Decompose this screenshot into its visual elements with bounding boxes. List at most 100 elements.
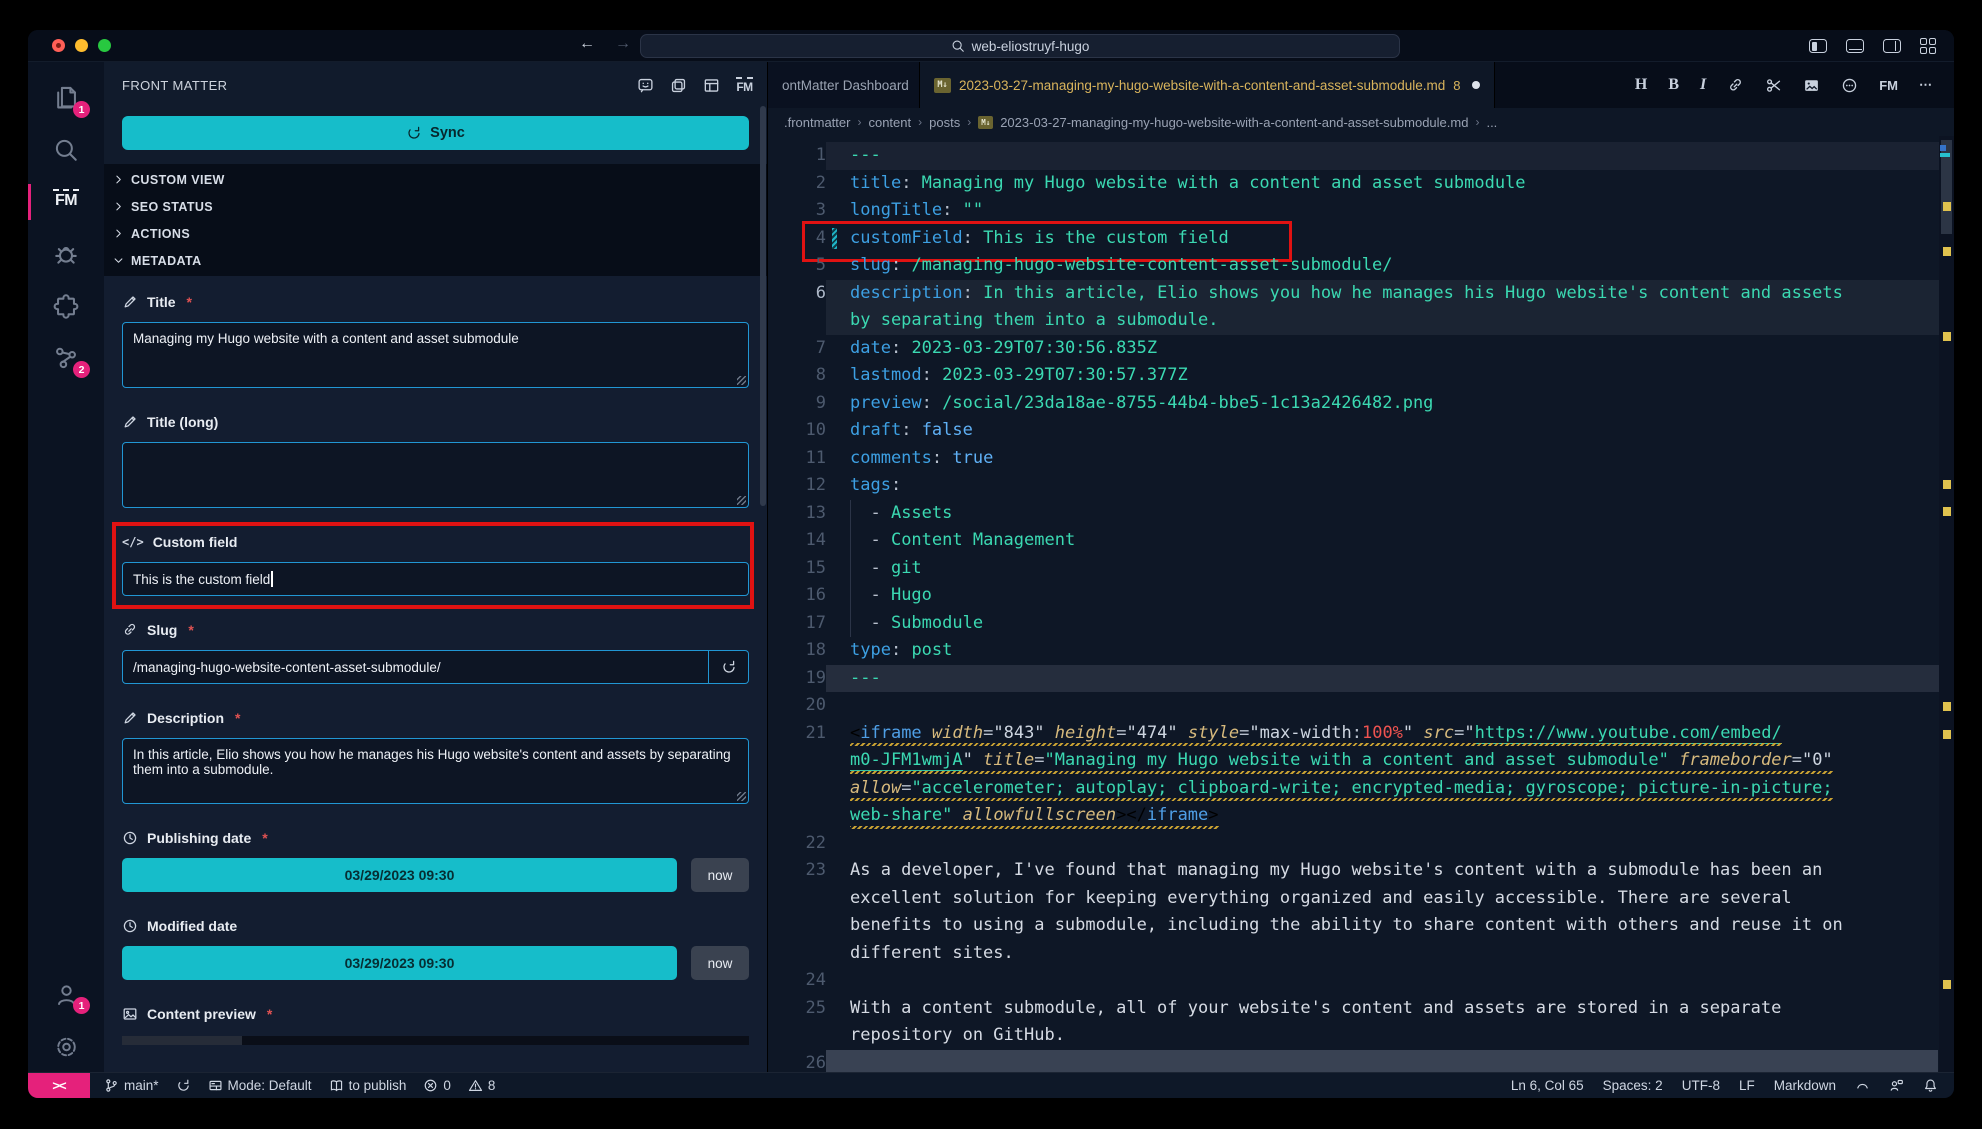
insert-image-icon[interactable]: [1803, 77, 1820, 94]
code-editor[interactable]: 1---2title: Managing my Hugo website wit…: [768, 136, 1954, 1072]
command-center-search[interactable]: web-eliostruyf-hugo: [640, 34, 1400, 58]
activity-item-debug[interactable]: [28, 228, 104, 280]
status-branch[interactable]: main*: [104, 1078, 159, 1093]
tab-frontmatter-dashboard[interactable]: ontMatter Dashboard: [768, 62, 920, 108]
status-errors[interactable]: 0: [423, 1078, 451, 1093]
status-indentation[interactable]: Spaces: 2: [1603, 1078, 1663, 1093]
code-line[interactable]: excellent solution for keeping everythin…: [768, 885, 1954, 913]
section-metadata[interactable]: METADATA: [104, 247, 767, 274]
date-picker-button[interactable]: 03/29/2023 09:30: [122, 858, 677, 892]
regenerate-slug-button[interactable]: [709, 650, 749, 684]
unsaved-dot-icon[interactable]: [1472, 81, 1480, 89]
code-line[interactable]: 23As a developer, I've found that managi…: [768, 857, 1954, 885]
activity-item-frontmatter[interactable]: FM: [28, 176, 104, 228]
code-line[interactable]: allow="accelerometer; autoplay; clipboar…: [768, 775, 1954, 803]
code-line[interactable]: 8lastmod: 2023-03-29T07:30:57.377Z: [768, 362, 1954, 390]
section-custom-view[interactable]: CUSTOM VIEW: [104, 166, 767, 193]
breadcrumb[interactable]: .frontmatter›content›posts›M↓2023-03-27-…: [768, 108, 1954, 136]
heading-icon[interactable]: H: [1635, 76, 1647, 94]
code-line[interactable]: web-share" allowfullscreen></iframe>: [768, 802, 1954, 830]
back-icon[interactable]: ←: [574, 35, 600, 53]
status-feedback[interactable]: [1889, 1078, 1904, 1093]
status-encoding[interactable]: UTF-8: [1682, 1078, 1720, 1093]
code-line[interactable]: 12tags:: [768, 472, 1954, 500]
snippet-icon[interactable]: [1765, 77, 1782, 94]
board-icon[interactable]: [703, 77, 720, 94]
status-eol[interactable]: LF: [1739, 1078, 1755, 1093]
code-line[interactable]: 22: [768, 830, 1954, 858]
feedback-icon[interactable]: [637, 77, 654, 94]
italic-icon[interactable]: I: [1700, 76, 1706, 94]
code-line[interactable]: repository on GitHub.: [768, 1022, 1954, 1050]
field-textarea[interactable]: Managing my Hugo website with a content …: [122, 322, 749, 388]
now-button[interactable]: now: [691, 946, 749, 980]
code-line[interactable]: 26: [768, 1050, 1954, 1073]
toggle-panel-icon[interactable]: [1846, 39, 1864, 53]
toggle-primary-sidebar-icon[interactable]: [1809, 39, 1827, 53]
code-line[interactable]: 1---: [768, 142, 1954, 170]
code-line[interactable]: 7date: 2023-03-29T07:30:56.835Z: [768, 335, 1954, 363]
status-sync[interactable]: [176, 1078, 191, 1093]
status-cursor-position[interactable]: Ln 6, Col 65: [1511, 1078, 1584, 1093]
code-line[interactable]: 2title: Managing my Hugo website with a …: [768, 170, 1954, 198]
field-input[interactable]: This is the custom field: [122, 562, 749, 596]
status-warnings[interactable]: 8: [468, 1078, 496, 1093]
zoom-button[interactable]: [98, 39, 111, 52]
code-line[interactable]: 21<iframe width="843" height="474" style…: [768, 720, 1954, 748]
minimize-button[interactable]: [75, 39, 88, 52]
code-line[interactable]: 9preview: /social/23da18ae-8755-44b4-bbe…: [768, 390, 1954, 418]
breadcrumb-item[interactable]: posts: [929, 115, 960, 130]
activity-item-account[interactable]: 1: [28, 968, 104, 1020]
breadcrumb-item[interactable]: content: [868, 115, 911, 130]
toggle-secondary-sidebar-icon[interactable]: [1883, 39, 1901, 53]
code-line[interactable]: 25With a content submodule, all of your …: [768, 995, 1954, 1023]
breadcrumb-item[interactable]: 2023-03-27-managing-my-hugo-website-with…: [1000, 115, 1468, 130]
activity-item-search[interactable]: [28, 124, 104, 176]
now-button[interactable]: now: [691, 858, 749, 892]
code-line[interactable]: 11comments: true: [768, 445, 1954, 473]
code-line[interactable]: 14 - Content Management: [768, 527, 1954, 555]
code-line[interactable]: 16 - Hugo: [768, 582, 1954, 610]
status-to-publish[interactable]: to publish: [329, 1078, 407, 1093]
field-input[interactable]: /managing-hugo-website-content-asset-sub…: [122, 650, 709, 684]
field-textarea[interactable]: In this article, Elio shows you how he m…: [122, 738, 749, 804]
status-mode[interactable]: Mode: Default: [208, 1078, 312, 1093]
remote-indicator[interactable]: ><: [28, 1073, 90, 1099]
pages2-icon[interactable]: [670, 77, 687, 94]
activity-item-extensions[interactable]: [28, 280, 104, 332]
status-language-mode[interactable]: Markdown: [1774, 1078, 1836, 1093]
code-line[interactable]: 24: [768, 967, 1954, 995]
activity-item-settings[interactable]: [28, 1020, 104, 1072]
activity-item-explorer[interactable]: 1: [28, 72, 104, 124]
code-line[interactable]: 4customField: This is the custom field: [768, 225, 1954, 253]
code-line[interactable]: 20: [768, 692, 1954, 720]
code-line[interactable]: by separating them into a submodule.: [768, 307, 1954, 335]
emoji-icon[interactable]: [1841, 77, 1858, 94]
code-line[interactable]: 17 - Submodule: [768, 610, 1954, 638]
status-screencast[interactable]: [1855, 1078, 1870, 1093]
section-seo-status[interactable]: SEO STATUS: [104, 193, 767, 220]
code-line[interactable]: 13 - Assets: [768, 500, 1954, 528]
section-actions[interactable]: ACTIONS: [104, 220, 767, 247]
code-line[interactable]: 19---: [768, 665, 1954, 693]
status-notifications[interactable]: [1923, 1078, 1938, 1093]
frontmatter-action-icon[interactable]: FM: [1879, 78, 1898, 93]
close-button[interactable]: [52, 39, 65, 52]
code-line[interactable]: 6description: In this article, Elio show…: [768, 280, 1954, 308]
sync-button[interactable]: Sync: [122, 116, 749, 150]
code-line[interactable]: 3longTitle: "": [768, 197, 1954, 225]
field-textarea[interactable]: [122, 442, 749, 508]
code-line[interactable]: 18type: post: [768, 637, 1954, 665]
sidebar-scrollbar[interactable]: [760, 106, 766, 506]
activity-item-source-control-graph[interactable]: 2: [28, 332, 104, 384]
breadcrumb-item[interactable]: .frontmatter: [784, 115, 850, 130]
code-line[interactable]: different sites.: [768, 940, 1954, 968]
code-line[interactable]: benefits to using a submodule, including…: [768, 912, 1954, 940]
code-line[interactable]: 10draft: false: [768, 417, 1954, 445]
tab-active-markdown-file[interactable]: M↓2023-03-27-managing-my-hugo-website-wi…: [920, 62, 1495, 108]
forward-icon[interactable]: →: [610, 35, 636, 53]
more-actions-icon[interactable]: ⋯: [1919, 77, 1932, 93]
editor-scrollbar[interactable]: [1939, 136, 1954, 1072]
code-line[interactable]: m0-JFM1wmjA" title="Managing my Hugo web…: [768, 747, 1954, 775]
customize-layout-icon[interactable]: [1920, 38, 1936, 54]
